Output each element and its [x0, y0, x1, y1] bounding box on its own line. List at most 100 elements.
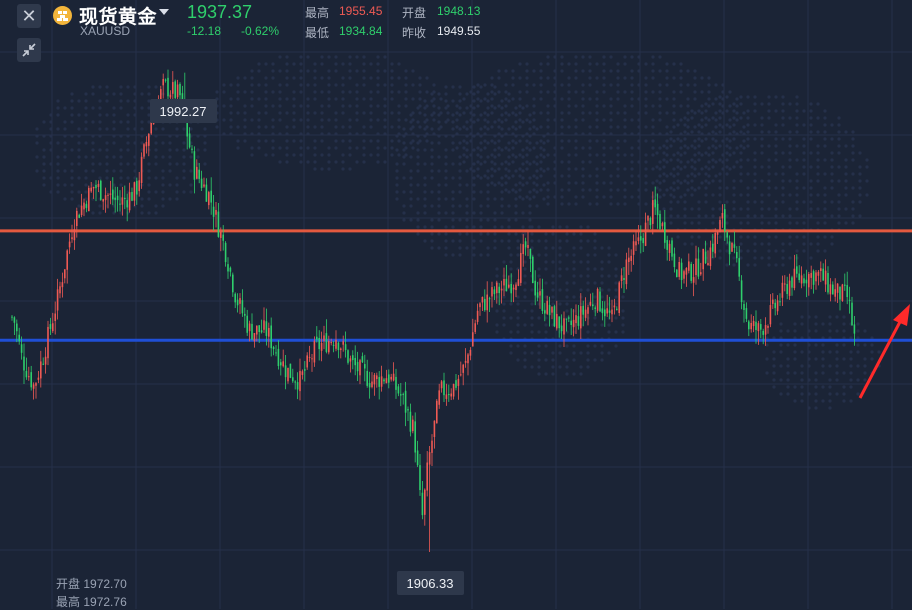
map-dot [809, 137, 813, 141]
chevron-down-icon[interactable] [159, 9, 169, 15]
map-dot [567, 153, 571, 157]
map-dot [535, 162, 539, 166]
map-dot [423, 239, 427, 243]
map-dot [140, 197, 144, 201]
candle-body [212, 206, 215, 217]
map-dot [535, 183, 539, 187]
map-dot [630, 118, 634, 122]
map-dot [739, 172, 743, 176]
map-dot [572, 260, 576, 264]
map-dot [588, 160, 592, 164]
map-dot [493, 120, 497, 124]
map-dot [621, 309, 625, 313]
map-dot [774, 158, 778, 162]
map-dot [572, 281, 576, 285]
map-dot [444, 155, 448, 159]
map-dot [616, 202, 620, 206]
map-dot [161, 204, 165, 208]
map-dot [528, 211, 532, 215]
map-dot [264, 97, 268, 101]
map-dot [809, 214, 813, 218]
map-dot [586, 351, 590, 355]
map-dot [809, 102, 813, 106]
candle-body [359, 360, 361, 376]
map-dot [567, 125, 571, 129]
map-dot [581, 111, 585, 115]
map-dot [306, 118, 310, 122]
map-dot [725, 214, 729, 218]
map-dot [437, 113, 441, 117]
map-dot [672, 90, 676, 94]
map-dot [690, 109, 694, 113]
map-dot [497, 146, 501, 150]
close-button[interactable]: ✕ [17, 4, 41, 28]
candle-body [536, 292, 539, 298]
candle-body [688, 261, 690, 271]
map-dot [581, 195, 585, 199]
candle-body [71, 237, 73, 240]
map-dot [409, 169, 413, 173]
map-dot [739, 158, 743, 162]
map-dot [511, 111, 515, 115]
map-dot [327, 146, 331, 150]
map-dot [532, 83, 536, 87]
map-dot [369, 111, 373, 115]
shrink-button[interactable] [17, 38, 41, 62]
map-dot [402, 162, 406, 166]
map-dot [767, 158, 771, 162]
map-dot [327, 83, 331, 87]
map-dot [70, 176, 74, 180]
map-dot [707, 83, 711, 87]
candle-body [66, 250, 68, 270]
map-dot [215, 90, 219, 94]
map-dot [486, 113, 490, 117]
map-dot [679, 139, 683, 143]
map-dot [546, 202, 550, 206]
map-dot [402, 148, 406, 152]
map-dot [607, 302, 611, 306]
map-dot [175, 190, 179, 194]
candle-body [683, 271, 685, 279]
map-dot [779, 343, 783, 347]
candle-body [289, 363, 292, 378]
map-dot [444, 169, 448, 173]
candle-body [551, 307, 553, 313]
map-dot [679, 195, 683, 199]
map-dot [739, 151, 743, 155]
map-dot [525, 62, 529, 66]
map-dot [821, 371, 825, 375]
map-dot [528, 162, 532, 166]
chart-area[interactable]: 1992.27 1906.33 [0, 0, 912, 609]
map-dot [257, 125, 261, 129]
candle-body [44, 356, 47, 365]
map-dot [718, 249, 722, 253]
map-dot [560, 125, 564, 129]
map-dot [609, 125, 613, 129]
map-dot [511, 69, 515, 73]
map-dot [479, 239, 483, 243]
map-dot [732, 109, 736, 113]
map-dot [586, 239, 590, 243]
map-dot [264, 125, 268, 129]
map-dot [809, 123, 813, 127]
map-dot [334, 55, 338, 59]
map-dot [521, 162, 525, 166]
map-dot [486, 141, 490, 145]
map-dot [732, 193, 736, 197]
map-dot [437, 183, 441, 187]
map-dot [140, 92, 144, 96]
map-dot [362, 160, 366, 164]
map-dot [856, 329, 860, 333]
map-dot [781, 109, 785, 113]
map-dot [621, 323, 625, 327]
map-dot [842, 399, 846, 403]
map-dot [430, 176, 434, 180]
map-dot [451, 218, 455, 222]
candle-body [416, 450, 419, 466]
map-dot [147, 162, 151, 166]
map-dot [686, 97, 690, 101]
bottom-open-label: 开盘 [56, 577, 81, 591]
map-dot [760, 102, 764, 106]
map-dot [595, 202, 599, 206]
map-dot [679, 160, 683, 164]
